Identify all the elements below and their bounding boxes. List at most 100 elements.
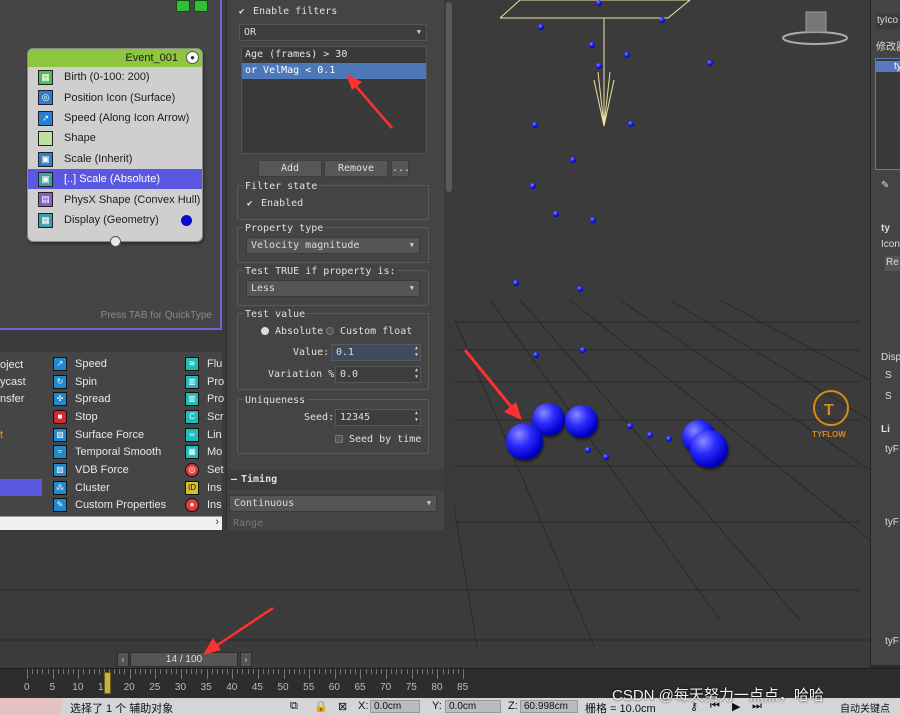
property-type-dropdown[interactable]: Velocity magnitude xyxy=(246,237,420,254)
display-checkbox[interactable]: S xyxy=(885,391,892,402)
scale-icon: ▣ xyxy=(38,171,53,187)
timeline-tick-label: 20 xyxy=(123,682,135,693)
seed-by-time-label: Seed by time xyxy=(349,434,422,445)
play-icon[interactable] xyxy=(176,0,190,12)
pin-icon[interactable]: ✎ xyxy=(881,180,889,191)
timing-rollout-header[interactable]: – Timing xyxy=(227,470,445,490)
filter-list[interactable]: Age (frames) > 30 or VelMag < 0.1 xyxy=(241,46,427,154)
event-node[interactable]: Event_001 ● ▦ Birth (0-100: 200) ◎ Posit… xyxy=(27,48,203,247)
enabled-checkbox[interactable]: ✔ Enabled xyxy=(247,198,303,209)
depot-item[interactable]: oject xyxy=(0,357,23,373)
custom-float-radio[interactable]: Custom float xyxy=(326,326,412,337)
comparison-dropdown[interactable]: Less xyxy=(246,280,420,297)
autokey-button[interactable]: 自动关键点 xyxy=(840,700,890,715)
reset-button[interactable]: Re xyxy=(885,256,900,271)
depot-item[interactable]: ∞ Lin xyxy=(185,427,222,443)
prev-frame-button[interactable]: ‹ xyxy=(117,652,129,667)
filter-item-selected[interactable]: or VelMag < 0.1 xyxy=(242,63,426,79)
timeline-tick xyxy=(170,669,172,674)
particle-flow-editor[interactable]: Event_001 ● ▦ Birth (0-100: 200) ◎ Posit… xyxy=(0,0,222,330)
logic-mode-dropdown[interactable]: OR xyxy=(239,24,427,41)
modifier-list-label[interactable]: 修改器 xyxy=(876,38,900,53)
absolute-radio[interactable]: Absolute xyxy=(261,326,323,337)
scrollbar-thumb[interactable] xyxy=(446,2,452,192)
properties-scrollbar[interactable] xyxy=(444,0,454,530)
time-slider-thumb[interactable]: 14 / 100 xyxy=(130,652,238,667)
radio-off-icon xyxy=(326,327,334,335)
add-filter-button[interactable]: Add xyxy=(258,160,322,177)
operator-row[interactable]: ◎ Position Icon (Surface) xyxy=(28,87,202,107)
timing-mode-dropdown[interactable]: Continuous xyxy=(229,495,437,512)
seed-by-time-checkbox[interactable]: Seed by time xyxy=(335,434,421,445)
object-name-field[interactable]: tyIco xyxy=(876,14,900,29)
variation-spinner[interactable]: 0.0 xyxy=(335,366,421,383)
maxscript-listener[interactable] xyxy=(0,698,62,715)
display-checkbox[interactable]: S xyxy=(885,370,892,381)
modifier-stack-item[interactable]: ty xyxy=(876,61,900,72)
depot-item[interactable]: C Scr xyxy=(185,409,224,425)
timeline-playhead[interactable] xyxy=(103,672,111,694)
operator-row[interactable]: ▣ Scale (Inherit) xyxy=(28,149,202,169)
depot-item-cluster[interactable]: ⁂ Cluster xyxy=(53,480,110,496)
remove-filter-button[interactable]: Remove xyxy=(324,160,388,177)
rollout-title[interactable]: Li xyxy=(881,424,890,435)
depot-item[interactable]: nsfer xyxy=(0,391,24,407)
depot-item[interactable]: ◎ Set xyxy=(185,462,224,478)
depot-label: Set xyxy=(207,464,224,476)
chevron-right-icon[interactable]: › xyxy=(215,516,219,528)
depot-item[interactable]: ● Ins xyxy=(185,497,222,513)
csdn-watermark: CSDN @每天努力一点点，哈哈 xyxy=(612,687,824,704)
timeline-tick xyxy=(314,669,316,674)
depot-item-speed[interactable]: ↗ Speed xyxy=(53,356,107,372)
absolute-mode-icon[interactable]: ⊠ xyxy=(338,700,347,713)
light-bulb-icon[interactable]: ● xyxy=(186,51,199,64)
event-output-anchor[interactable] xyxy=(110,236,121,247)
timeline-tick xyxy=(237,669,239,674)
rollout-title[interactable]: ty xyxy=(881,223,890,234)
operator-row[interactable]: Shape xyxy=(28,128,202,148)
operator-row-selected[interactable]: ▣ [..] Scale (Absolute) xyxy=(28,168,202,190)
seed-spinner[interactable]: 12345 xyxy=(335,409,421,426)
lock-icon[interactable]: 🔒 xyxy=(314,700,328,713)
modifier-stack[interactable]: ty xyxy=(875,58,900,170)
depot-item[interactable]: ▦ Mo xyxy=(185,444,222,460)
timeline-tick xyxy=(324,669,326,674)
operator-row[interactable]: ▦ Display (Geometry) xyxy=(28,210,202,230)
event-title: Event_001 xyxy=(125,52,178,64)
depot-label: Mo xyxy=(207,446,223,458)
viewcube-icon xyxy=(782,11,848,45)
filter-item[interactable]: Age (frames) > 30 xyxy=(242,47,426,63)
depot-item[interactable]: ▥ Pro xyxy=(185,374,224,390)
depot-item-spread[interactable]: ✣ Spread xyxy=(53,391,110,407)
depot-item[interactable]: ID Ins xyxy=(185,480,222,496)
operator-properties-panel[interactable]: ✔ Enable filters OR Age (frames) > 30 or… xyxy=(226,0,445,530)
depot-item-stop[interactable]: ■ Stop xyxy=(53,409,98,425)
operator-row[interactable]: ↗ Speed (Along Icon Arrow) xyxy=(28,108,202,128)
value-spinner[interactable]: 0.1 xyxy=(331,344,421,361)
more-button[interactable]: ... xyxy=(391,160,410,177)
next-frame-button[interactable]: › xyxy=(240,652,252,667)
depot-item-vdb-force[interactable]: ▨ VDB Force xyxy=(53,462,129,478)
operator-row[interactable]: ▤ PhysX Shape (Convex Hull) xyxy=(28,189,202,209)
depot-item[interactable]: t xyxy=(0,427,3,443)
depot-label: Ins xyxy=(207,482,222,494)
depot-scrollbar[interactable]: › xyxy=(0,516,222,530)
depot-item[interactable]: ≋ Flu xyxy=(185,356,222,372)
z-coordinate-field[interactable]: 60.998cm xyxy=(520,700,578,713)
operator-row[interactable]: ▦ Birth (0-100: 200) xyxy=(28,67,202,87)
timeline-tick-label: 50 xyxy=(277,682,289,693)
depot-item-spin[interactable]: ↻ Spin xyxy=(53,374,97,390)
command-panel[interactable]: tyIco 修改器 ty ✎ ty Icon Re Disp S S Li ty… xyxy=(870,0,900,665)
depot-item[interactable]: ycast xyxy=(0,374,26,390)
refresh-icon[interactable] xyxy=(194,0,208,12)
enable-filters-checkbox[interactable]: ✔ Enable filters xyxy=(239,6,337,17)
y-coordinate-field[interactable]: 0.0cm xyxy=(445,700,501,713)
depot-item[interactable]: ▥ Pro xyxy=(185,391,224,407)
depot-item-custom-properties[interactable]: ✎ Custom Properties xyxy=(53,497,166,513)
event-header[interactable]: Event_001 ● xyxy=(28,49,202,67)
x-coordinate-field[interactable]: 0.0cm xyxy=(370,700,420,713)
depot-item-surface-force[interactable]: ▧ Surface Force xyxy=(53,427,144,443)
selection-lock-icon[interactable]: ⧉ xyxy=(290,700,298,713)
timeline-tick xyxy=(309,669,311,679)
depot-item-temporal-smooth[interactable]: ≈ Temporal Smooth xyxy=(53,444,161,460)
